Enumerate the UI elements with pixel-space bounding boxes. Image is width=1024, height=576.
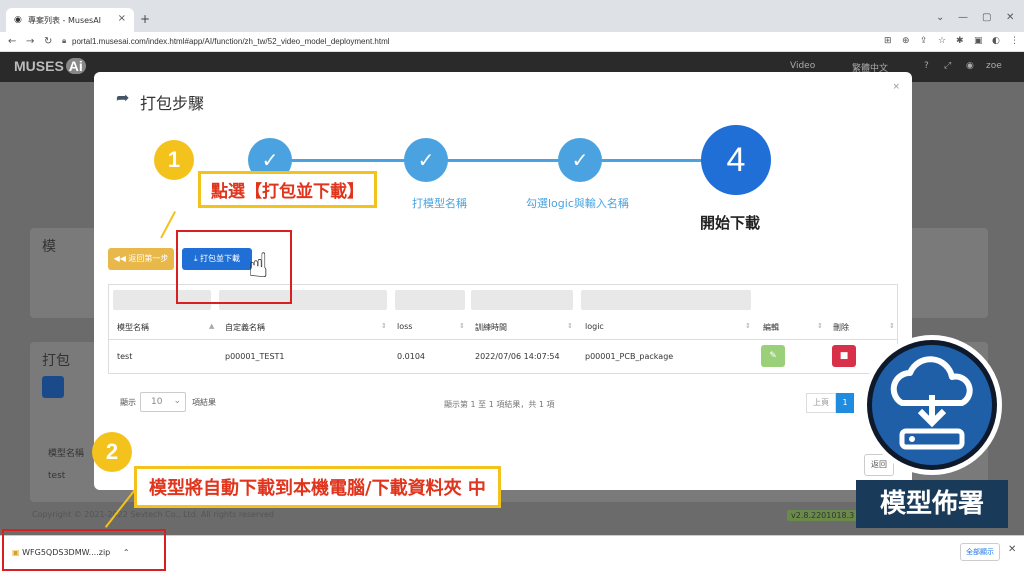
col-logic[interactable]: logic xyxy=(585,322,604,331)
sort-asc-icon[interactable]: ▲ xyxy=(209,322,214,330)
header-video-link[interactable]: Video xyxy=(790,61,815,71)
muses-logo: MUSES Ai xyxy=(14,58,86,74)
tab-search-icon[interactable]: ⌄ xyxy=(936,12,944,23)
tab-title: 專案列表 - MusesAI xyxy=(28,16,102,25)
new-tab-button[interactable]: + xyxy=(140,12,150,26)
browser-tab-bar: ◉ 專案列表 - MusesAI × + ⌄ — ▢ ✕ xyxy=(0,0,1024,32)
step-3-label: 勾選logic與輸入名稱 xyxy=(526,197,629,210)
filter-time[interactable] xyxy=(471,290,573,310)
sidepanel-icon[interactable]: ▣ xyxy=(974,36,983,46)
cell-loss: 0.0104 xyxy=(397,352,425,361)
user-icon[interactable]: ◉ xyxy=(966,61,974,71)
step-2-check-icon: ✓ xyxy=(404,138,448,182)
col-custom-name[interactable]: 自定義名稱 xyxy=(225,322,265,333)
forward-arrow-icon[interactable]: → xyxy=(26,36,34,47)
bg-card-model-title: 模 xyxy=(42,239,56,255)
show-all-downloads-button[interactable]: 全部顯示 xyxy=(960,543,1000,561)
close-window-button[interactable]: ✕ xyxy=(1006,12,1014,23)
cloud-download-icon xyxy=(890,356,973,450)
step-badge-2: 2 xyxy=(92,432,132,472)
cell-logic: p00001_PCB_package xyxy=(585,352,674,361)
cell-time: 2022/07/06 14:07:54 xyxy=(475,352,560,361)
maximize-button[interactable]: ▢ xyxy=(982,12,991,23)
cell-custom: p00001_TEST1 xyxy=(225,352,285,361)
step-3-check-icon: ✓ xyxy=(558,138,602,182)
page-size-select[interactable]: 10 ⌄ xyxy=(140,392,186,412)
col-model-name[interactable]: 模型名稱 xyxy=(117,322,149,333)
footer-copyright: Copyright © 2021-2022 Sevtech Co., Ltd. … xyxy=(32,510,274,519)
chevron-down-icon: ⌄ xyxy=(173,396,181,406)
sort-icon[interactable]: ⇕ xyxy=(459,322,465,330)
deploy-badge-circle xyxy=(872,345,992,465)
step-4-number: 4 xyxy=(701,125,771,195)
zoom-icon[interactable]: ⊕ xyxy=(902,36,910,46)
highlight-box-pack-button xyxy=(176,230,292,304)
prev-page-button[interactable]: 上頁 xyxy=(806,393,836,413)
col-edit: 編輯 xyxy=(763,323,779,332)
col-train-time[interactable]: 訓練時間 xyxy=(475,322,507,333)
page-1-button[interactable]: 1 xyxy=(836,393,854,413)
filter-loss[interactable] xyxy=(395,290,465,310)
share-arrow-icon: ➦ xyxy=(116,88,130,107)
edit-pencil-icon[interactable]: ✎ xyxy=(761,345,785,367)
col-delete: 刪除 xyxy=(833,323,849,332)
fullscreen-icon[interactable]: ⤢ xyxy=(944,61,951,71)
sort-icon[interactable]: ⇕ xyxy=(817,322,823,330)
modal-close-icon[interactable]: × xyxy=(892,82,900,92)
header-username[interactable]: zoe xyxy=(986,61,1002,71)
delete-trash-icon[interactable]: ■ xyxy=(832,345,856,367)
sort-icon[interactable]: ⇕ xyxy=(745,322,751,330)
modal-title: 打包步驟 xyxy=(140,94,205,113)
bookmark-star-icon[interactable]: ☆ xyxy=(938,36,946,46)
step-4-label: 開始下載 xyxy=(700,214,761,232)
lock-icon: 🔒︎ xyxy=(62,36,67,45)
show-label: 顯示 xyxy=(120,398,136,407)
version-badge: v2.8.2201018.3 xyxy=(787,510,859,521)
callout-1: 點選【打包並下載】 xyxy=(198,171,377,208)
tab-close-icon[interactable]: × xyxy=(118,13,126,24)
hand-pointer-icon: ☝ xyxy=(248,246,269,286)
step-progress-line xyxy=(270,159,736,162)
entries-label: 項結果 xyxy=(192,398,216,407)
musesai-favicon-icon: ◉ xyxy=(14,15,22,25)
address-bar-row: ← → ↻ 🔒︎ portal1.musesai.com/index.html#… xyxy=(0,32,1024,52)
step-badge-1: 1 xyxy=(154,140,194,180)
bg-row: test xyxy=(48,471,66,481)
step-2-label: 打模型名稱 xyxy=(412,197,467,210)
extensions-icon[interactable]: ✱ xyxy=(956,36,964,46)
sort-icon[interactable]: ⇕ xyxy=(381,322,387,330)
bg-card-pack-title: 打包 xyxy=(42,353,70,369)
profile-icon[interactable]: ◐ xyxy=(992,36,1000,46)
cell-model: test xyxy=(117,352,133,361)
browser-tab[interactable]: ◉ 專案列表 - MusesAI × xyxy=(6,8,134,32)
menu-icon[interactable]: ⋮ xyxy=(1010,36,1019,46)
row-divider xyxy=(109,339,897,340)
sort-icon[interactable]: ⇕ xyxy=(567,322,573,330)
sort-icon[interactable]: ⇕ xyxy=(889,322,895,330)
back-to-first-step-button[interactable]: ◀◀ 返回第一步 xyxy=(108,248,174,270)
help-icon[interactable]: ? xyxy=(924,61,929,71)
close-download-bar-icon[interactable]: ✕ xyxy=(1008,544,1016,555)
filter-logic[interactable] xyxy=(581,290,751,310)
bg-col-header: 模型名稱 xyxy=(48,449,85,459)
highlight-box-download xyxy=(2,529,166,571)
minimize-button[interactable]: — xyxy=(958,12,968,23)
col-loss[interactable]: loss xyxy=(397,322,412,331)
reload-icon[interactable]: ↻ xyxy=(44,36,52,47)
table-info: 顯示第 1 至 1 項結果，共 1 項 xyxy=(444,400,555,409)
url-field[interactable]: portal1.musesai.com/index.html#app/AI/fu… xyxy=(72,37,390,46)
share-icon[interactable]: ⇪ xyxy=(920,36,928,46)
translate-icon[interactable]: ⊞ xyxy=(884,36,892,46)
back-arrow-icon[interactable]: ← xyxy=(8,36,16,47)
callout-2: 模型將自動下載到本機電腦/下載資料夾 中 xyxy=(134,466,501,508)
deploy-badge-label: 模型佈署 xyxy=(856,480,1008,528)
bg-refresh-button xyxy=(42,376,64,398)
